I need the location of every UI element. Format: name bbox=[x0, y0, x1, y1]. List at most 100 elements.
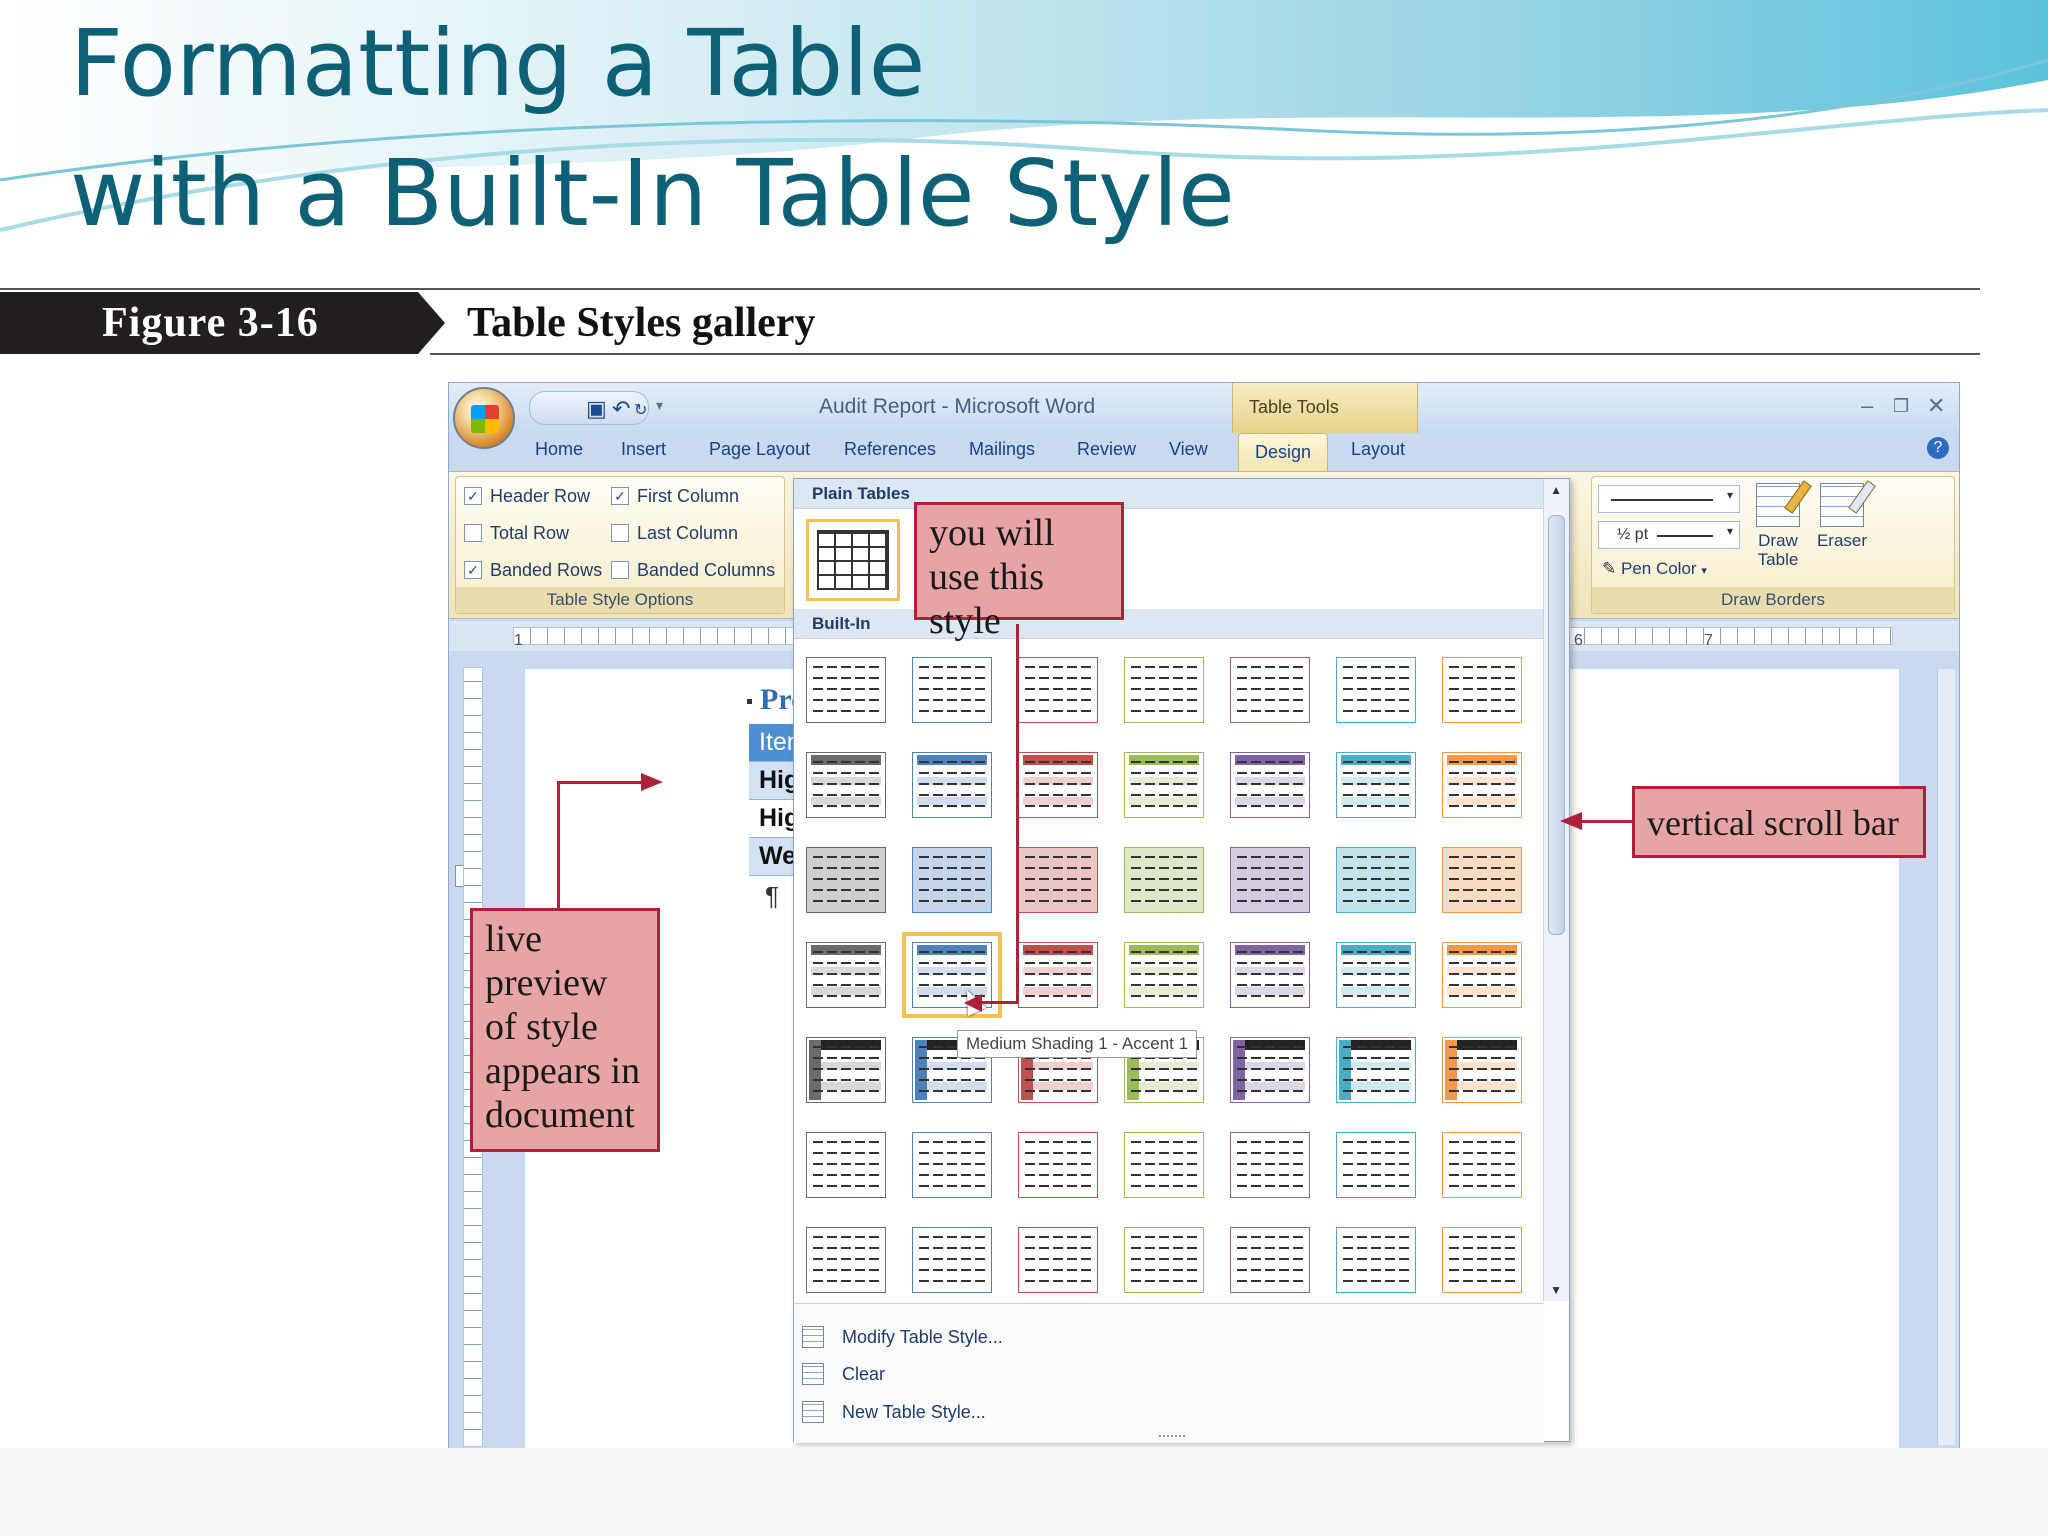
close-icon[interactable]: ✕ bbox=[1927, 393, 1945, 419]
restore-icon[interactable]: ❐ bbox=[1893, 396, 1909, 417]
table-style-thumbnail[interactable] bbox=[1124, 752, 1204, 818]
quick-access-toolbar: ▣ ↶ ↻ bbox=[529, 391, 649, 425]
table-style-thumbnail[interactable] bbox=[912, 1227, 992, 1293]
minimize-icon[interactable]: – bbox=[1861, 393, 1873, 419]
table-style-thumbnail[interactable] bbox=[1018, 752, 1098, 818]
table-style-thumbnail[interactable] bbox=[806, 752, 886, 818]
table-style-thumbnail[interactable] bbox=[1124, 1227, 1204, 1293]
table-style-thumbnail[interactable] bbox=[1442, 752, 1522, 818]
redo-icon[interactable]: ↻ bbox=[634, 400, 647, 420]
table-style-thumbnail[interactable] bbox=[1336, 1037, 1416, 1103]
clear-item[interactable]: Clear bbox=[802, 1357, 885, 1391]
callout-leader-line bbox=[557, 781, 560, 909]
table-style-thumbnail[interactable] bbox=[1336, 752, 1416, 818]
undo-icon[interactable]: ↶ bbox=[612, 396, 630, 422]
table-style-thumbnail[interactable] bbox=[1018, 1132, 1098, 1198]
office-button[interactable] bbox=[453, 387, 515, 449]
gallery-menu: Modify Table Style... Clear New Table St… bbox=[794, 1303, 1544, 1443]
table-style-thumbnail[interactable] bbox=[1442, 657, 1522, 723]
tab-page-layout[interactable]: Page Layout bbox=[709, 439, 810, 460]
table-style-thumbnail[interactable] bbox=[1124, 847, 1204, 913]
table-style-thumbnail[interactable] bbox=[1442, 1227, 1522, 1293]
built-in-header: Built-In bbox=[794, 609, 1544, 639]
table-style-thumbnail[interactable] bbox=[1336, 942, 1416, 1008]
checkbox-empty-icon bbox=[464, 524, 482, 542]
table-style-thumbnail[interactable] bbox=[1230, 752, 1310, 818]
banded-rows-checkbox[interactable]: ✓ Banded Rows bbox=[464, 557, 602, 583]
table-style-thumbnail[interactable] bbox=[1124, 1132, 1204, 1198]
gallery-vertical-scrollbar[interactable]: ▲ ▼ bbox=[1543, 479, 1569, 1301]
table-style-thumbnail[interactable] bbox=[912, 657, 992, 723]
table-style-thumbnail[interactable] bbox=[1442, 847, 1522, 913]
banded-rows-label: Banded Rows bbox=[490, 559, 603, 580]
new-table-style-item[interactable]: New Table Style... bbox=[802, 1395, 986, 1429]
table-style-thumbnail[interactable] bbox=[1442, 1037, 1522, 1103]
help-icon[interactable]: ? bbox=[1927, 437, 1949, 459]
table-style-thumbnail[interactable] bbox=[912, 752, 992, 818]
banded-columns-checkbox[interactable]: Banded Columns bbox=[611, 557, 775, 583]
checkbox-checked-icon: ✓ bbox=[611, 487, 629, 505]
table-style-thumbnail[interactable] bbox=[1018, 942, 1098, 1008]
tab-layout[interactable]: Layout bbox=[1351, 439, 1405, 460]
draw-table-button[interactable]: Draw Table bbox=[1748, 480, 1812, 569]
table-style-thumbnail[interactable] bbox=[806, 1132, 886, 1198]
table-style-thumbnail[interactable] bbox=[1336, 1132, 1416, 1198]
last-column-label: Last Column bbox=[637, 522, 739, 543]
table-style-thumbnail[interactable] bbox=[912, 847, 992, 913]
customize-qat-icon[interactable]: ▾ bbox=[656, 397, 663, 414]
table-style-thumbnail[interactable] bbox=[806, 942, 886, 1008]
table-style-thumbnail[interactable] bbox=[1336, 847, 1416, 913]
table-style-thumbnail[interactable] bbox=[1230, 847, 1310, 913]
total-row-checkbox[interactable]: Total Row bbox=[464, 520, 569, 546]
slide: Formatting a Table with a Built-In Table… bbox=[0, 0, 2048, 1536]
table-style-thumbnail[interactable] bbox=[806, 1037, 886, 1103]
table-style-thumbnail[interactable] bbox=[1018, 847, 1098, 913]
tab-mailings[interactable]: Mailings bbox=[969, 439, 1035, 460]
table-style-thumbnail[interactable] bbox=[806, 1227, 886, 1293]
eraser-button[interactable]: Eraser bbox=[1810, 480, 1876, 551]
table-style-thumbnail[interactable] bbox=[912, 1132, 992, 1198]
scroll-down-icon[interactable]: ▼ bbox=[1550, 1283, 1562, 1297]
last-column-checkbox[interactable]: Last Column bbox=[611, 520, 738, 546]
table-style-thumbnail[interactable] bbox=[1124, 657, 1204, 723]
table-style-thumbnail[interactable] bbox=[1336, 657, 1416, 723]
table-style-thumbnail[interactable] bbox=[1018, 1227, 1098, 1293]
new-table-style-label: New Table Style... bbox=[842, 1401, 986, 1422]
table-style-thumbnail[interactable] bbox=[1230, 1037, 1310, 1103]
resize-grip[interactable] bbox=[1159, 1435, 1185, 1439]
table-style-thumbnail[interactable] bbox=[1018, 657, 1098, 723]
table-style-thumbnail[interactable] bbox=[806, 847, 886, 913]
tab-home[interactable]: Home bbox=[535, 439, 583, 460]
document-vertical-scrollbar[interactable] bbox=[1937, 669, 1955, 1445]
callout-leader-line bbox=[1580, 820, 1632, 823]
table-style-thumbnail[interactable] bbox=[1336, 1227, 1416, 1293]
tab-references[interactable]: References bbox=[844, 439, 936, 460]
save-icon[interactable]: ▣ bbox=[586, 396, 607, 422]
tab-insert[interactable]: Insert bbox=[621, 439, 666, 460]
scroll-thumb[interactable] bbox=[1548, 515, 1565, 935]
table-style-thumbnail[interactable] bbox=[1442, 1132, 1522, 1198]
ruler-number: 6 bbox=[1574, 632, 1583, 649]
modify-table-style-item[interactable]: Modify Table Style... bbox=[802, 1320, 1003, 1354]
scroll-up-icon[interactable]: ▲ bbox=[1550, 483, 1562, 497]
first-column-label: First Column bbox=[637, 485, 740, 506]
tab-view[interactable]: View bbox=[1169, 439, 1208, 460]
eraser-label: Eraser bbox=[1816, 531, 1868, 550]
pen-color-button[interactable]: ✎ Pen Color ▾ bbox=[1602, 559, 1707, 579]
tab-design[interactable]: Design bbox=[1238, 433, 1329, 471]
table-style-thumbnail[interactable] bbox=[1124, 942, 1204, 1008]
plain-tables-header: Plain Tables bbox=[794, 479, 1544, 509]
checkbox-checked-icon: ✓ bbox=[464, 561, 482, 579]
table-style-thumbnail[interactable] bbox=[1230, 942, 1310, 1008]
table-style-thumbnail[interactable] bbox=[1230, 657, 1310, 723]
plain-table-style-thumbnail[interactable] bbox=[806, 519, 900, 601]
table-style-thumbnail[interactable] bbox=[806, 657, 886, 723]
table-style-thumbnail[interactable] bbox=[1230, 1132, 1310, 1198]
first-column-checkbox[interactable]: ✓ First Column bbox=[611, 483, 739, 509]
table-style-thumbnail[interactable] bbox=[1442, 942, 1522, 1008]
line-style-dropdown[interactable]: ▾ bbox=[1598, 485, 1740, 513]
line-weight-dropdown[interactable]: ½ pt ▾ bbox=[1598, 521, 1740, 549]
header-row-checkbox[interactable]: ✓ Header Row bbox=[464, 483, 590, 509]
tab-review[interactable]: Review bbox=[1077, 439, 1136, 460]
table-style-thumbnail[interactable] bbox=[1230, 1227, 1310, 1293]
